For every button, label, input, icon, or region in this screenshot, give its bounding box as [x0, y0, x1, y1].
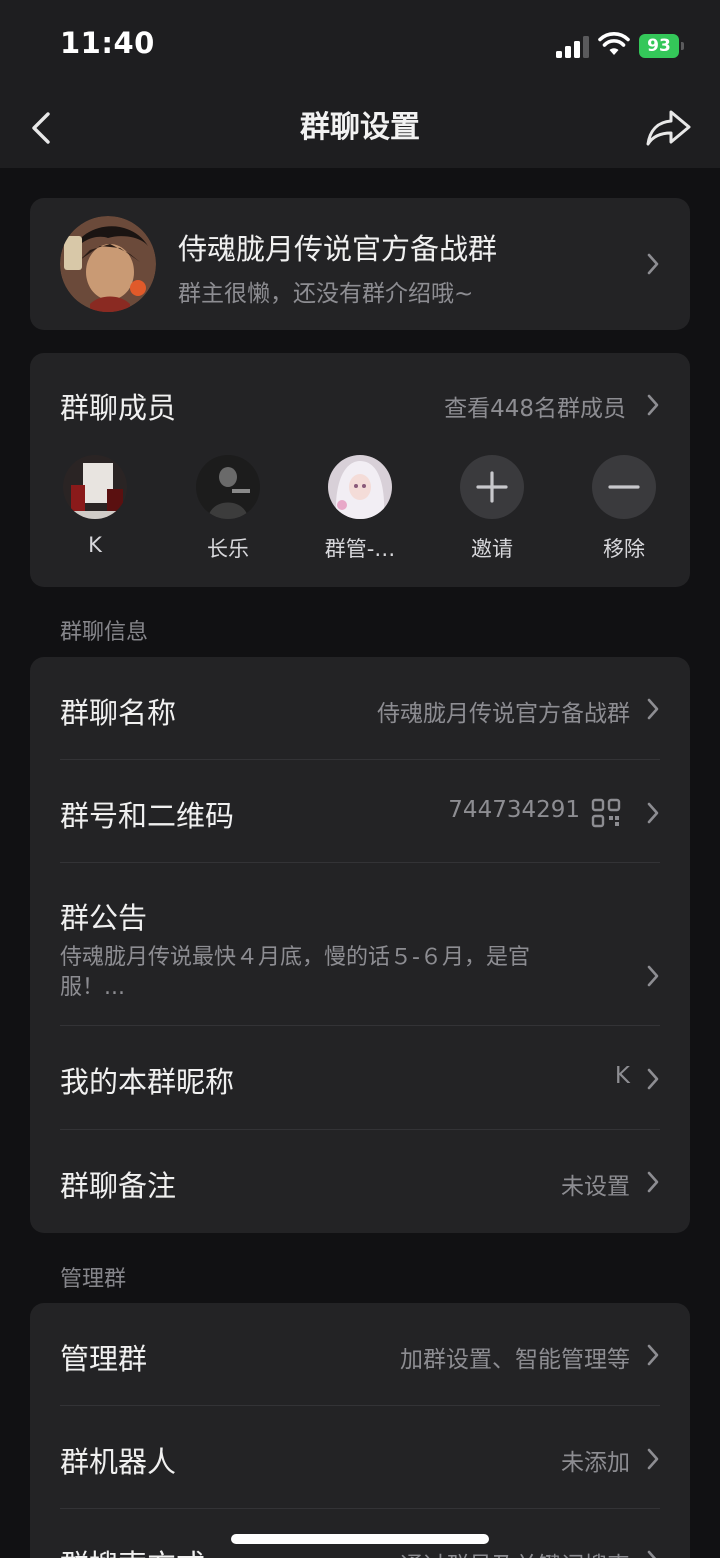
group-avatar [60, 216, 156, 312]
plus-icon [460, 455, 524, 519]
chevron-right-icon [647, 1448, 659, 1470]
members-title: 群聊成员 [60, 391, 177, 425]
battery-nub [681, 42, 684, 50]
cellular-signal-icon [556, 36, 589, 58]
member-item[interactable]: 长乐 [173, 455, 283, 563]
group-remark-row[interactable]: 群聊备注 未设置 [30, 1130, 690, 1233]
manage-card: 管理群 加群设置、智能管理等 群机器人 未添加 群搜索方式 通过群号及关键词搜索 [30, 1303, 690, 1558]
member-item[interactable]: K [40, 455, 150, 557]
group-id-label: 群号和二维码 [60, 799, 235, 833]
member-name: 群管-… [324, 537, 396, 561]
chevron-right-icon [647, 1344, 659, 1366]
header: 11:40 93 群聊设置 [0, 0, 720, 168]
member-item[interactable]: 群管-… [305, 455, 415, 563]
group-remark-value: 未设置 [561, 1174, 630, 1200]
minus-icon [592, 455, 656, 519]
status-time: 11:40 [60, 26, 155, 60]
section-label-info: 群聊信息 [60, 620, 149, 645]
chevron-right-icon [647, 965, 659, 987]
group-notice-label: 群公告 [60, 901, 148, 935]
invite-label: 邀请 [471, 537, 513, 561]
members-card: 群聊成员 查看448名群成员 K 长乐 群管-… 邀请 移除 [30, 353, 690, 587]
view-all-members-link[interactable]: 查看448名群成员 [444, 389, 626, 423]
chevron-right-icon [647, 802, 659, 824]
chevron-right-icon [647, 1171, 659, 1193]
battery-level: 93 [639, 34, 679, 58]
battery-indicator: 93 [639, 34, 685, 58]
invite-member-button[interactable]: 邀请 [437, 455, 547, 563]
group-name-row[interactable]: 群聊名称 侍魂胧月传说官方备战群 [30, 657, 690, 760]
group-bot-value: 未添加 [561, 1450, 630, 1476]
group-id-value: 744734291 [448, 797, 580, 823]
group-bot-row[interactable]: 群机器人 未添加 [30, 1406, 690, 1509]
home-indicator[interactable] [231, 1534, 489, 1544]
group-name-value: 侍魂胧月传说官方备战群 [377, 701, 630, 727]
chevron-right-icon [647, 1068, 659, 1090]
member-avatar [328, 455, 392, 519]
chevron-right-icon [647, 1550, 657, 1558]
qr-code-icon [591, 798, 621, 828]
group-profile-card[interactable]: 侍魂胧月传说官方备战群 群主很懒，还没有群介绍哦~ [30, 198, 690, 330]
member-name: 长乐 [207, 537, 249, 561]
chevron-right-icon [647, 253, 659, 275]
page-title: 群聊设置 [300, 110, 420, 145]
member-avatar [63, 455, 127, 519]
share-icon[interactable] [644, 106, 692, 150]
group-info-card: 群聊名称 侍魂胧月传说官方备战群 群号和二维码 744734291 群公告 侍魂… [30, 657, 690, 1233]
member-name: K [88, 533, 102, 557]
wifi-icon [598, 32, 630, 55]
group-search-label: 群搜索方式 [60, 1542, 205, 1558]
member-avatar [196, 455, 260, 519]
group-intro: 群主很懒，还没有群介绍哦~ [178, 281, 474, 307]
group-notice-row[interactable]: 群公告 侍魂胧月传说最快４月底，慢的话５-６月，是官服！... [30, 863, 690, 1026]
group-id-row[interactable]: 群号和二维码 744734291 [30, 760, 690, 863]
manage-group-row[interactable]: 管理群 加群设置、智能管理等 [30, 1303, 690, 1406]
group-name: 侍魂胧月传说官方备战群 [178, 232, 498, 266]
section-label-manage: 管理群 [60, 1267, 127, 1292]
group-search-value: 通过群号及关键词搜索 [400, 1546, 630, 1558]
manage-group-label: 管理群 [60, 1342, 148, 1376]
my-nickname-row[interactable]: 我的本群昵称 K [30, 1026, 690, 1130]
my-nickname-label: 我的本群昵称 [60, 1065, 235, 1099]
my-nickname-value: K [614, 1063, 630, 1089]
chevron-right-icon [647, 394, 659, 416]
group-name-label: 群聊名称 [60, 696, 177, 730]
remove-member-button[interactable]: 移除 [569, 455, 679, 563]
group-bot-label: 群机器人 [60, 1445, 177, 1479]
group-notice-text: 侍魂胧月传说最快４月底，慢的话５-６月，是官服！... [60, 945, 530, 1000]
group-remark-label: 群聊备注 [60, 1169, 177, 1203]
manage-group-value: 加群设置、智能管理等 [400, 1347, 630, 1373]
chevron-right-icon [647, 698, 659, 720]
remove-label: 移除 [603, 537, 645, 561]
